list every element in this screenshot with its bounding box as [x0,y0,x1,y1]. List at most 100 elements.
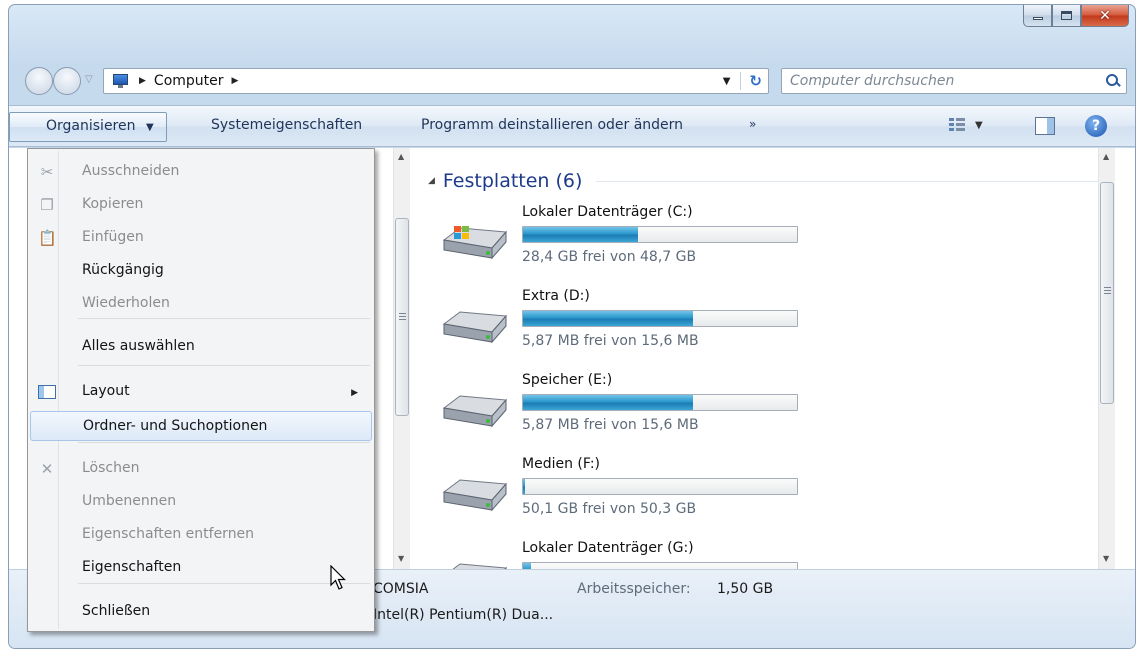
drive-name: Lokaler Datenträger (G:) [522,540,694,556]
explorer-window: ✕ ▽ ▶ Computer ▶ ▼ ↻ Computer durchsuche… [8,4,1136,649]
menu-item[interactable]: Schließen [30,597,372,627]
menu-separator [78,365,370,366]
computer-name: COMSIA [373,581,429,597]
menu-item-label: Rückgängig [82,262,164,278]
minimize-button[interactable] [1023,5,1052,27]
menu-item[interactable]: ✕ Löschen [30,454,372,484]
drive-usage-fill [523,311,693,326]
menu-item-label: Ausschneiden [82,163,180,179]
back-button[interactable] [25,67,53,95]
scroll-thumb[interactable] [395,218,409,416]
maximize-icon [1061,11,1072,20]
address-bar[interactable]: ▶ Computer ▶ ▼ ↻ [103,68,769,94]
organize-label: Organisieren [46,118,136,134]
hard-drive-icon [442,479,508,512]
breadcrumb-separator-icon[interactable]: ▶ [139,76,146,86]
menu-separator [78,442,370,443]
minimize-icon [1032,17,1043,20]
menu-item[interactable]: 📋 Einfügen [30,223,372,253]
system-properties-button[interactable]: Systemeigenschaften [211,117,362,133]
menu-item[interactable]: Alles auswählen [30,332,372,362]
drive-usage-bar [522,226,798,243]
maximize-button[interactable] [1052,5,1081,27]
collapse-triangle-icon[interactable]: ◢ [428,176,435,186]
command-bar: Organisieren ▼ Systemeigenschaften Progr… [9,105,1135,147]
organize-button[interactable]: Organisieren ▼ [9,112,167,142]
drive-name: Lokaler Datenträger (C:) [522,204,693,220]
group-header[interactable]: ◢ Festplatten (6) [428,170,1098,192]
navigation-scrollbar[interactable]: ▲ ▼ [393,148,410,569]
drive-item[interactable]: Speicher (E:) 5,87 MB frei von 15,6 MB [440,372,820,450]
recent-pages-dropdown-icon[interactable]: ▽ [85,74,93,85]
drive-usage-bar [522,310,798,327]
menu-item-label: Umbenennen [82,493,177,509]
breadcrumb-separator-icon[interactable]: ▶ [232,76,239,86]
view-dropdown-icon[interactable]: ▼ [975,120,983,131]
navigation-row: ▽ ▶ Computer ▶ ▼ ↻ Computer durchsuchen [9,65,1135,95]
search-box[interactable]: Computer durchsuchen [781,68,1127,94]
scroll-down-icon[interactable]: ▼ [398,554,404,563]
delete-icon: ✕ [40,460,54,478]
scroll-thumb[interactable] [1100,182,1114,404]
scissors-icon: ✂ [40,163,54,181]
processor-info: Intel(R) Pentium(R) Dua... [373,607,554,623]
drive-free-space: 28,4 GB frei von 48,7 GB [522,249,697,265]
help-icon[interactable]: ? [1085,115,1107,137]
uninstall-program-button[interactable]: Programm deinstallieren oder ändern [421,117,683,133]
menu-item-label: Kopieren [82,196,144,212]
drive-usage-bar [522,478,798,495]
organize-menu: ✂ Ausschneiden ❐ Kopieren 📋 Einfügen Rückgängi… [27,148,375,632]
menu-item[interactable]: Ordner- und Suchoptionen [30,411,372,441]
layout-icon [38,383,56,401]
drive-name: Speicher (E:) [522,372,613,388]
menu-item-label: Schließen [82,603,151,619]
scroll-up-icon[interactable]: ▲ [1103,152,1109,161]
menu-item-label: Alles auswählen [82,338,195,354]
menu-item[interactable]: ❐ Kopieren [30,190,372,220]
menu-item[interactable]: Eigenschaften [30,553,372,583]
menu-item-label: Löschen [82,460,140,476]
menu-item[interactable]: ✂ Ausschneiden [30,157,372,187]
ram-label: Arbeitsspeicher: [577,581,691,597]
change-view-icon[interactable] [949,118,965,132]
menu-separator [78,583,370,584]
close-button[interactable]: ✕ [1081,5,1129,27]
drive-item[interactable]: Extra (D:) 5,87 MB frei von 15,6 MB [440,288,820,366]
drive-name: Medien (F:) [522,456,601,472]
drive-usage-fill [523,395,693,410]
drive-item[interactable]: Medien (F:) 50,1 GB frei von 50,3 GB [440,456,820,534]
menu-separator [78,318,370,319]
search-icon[interactable] [1100,70,1126,92]
ram-value: 1,50 GB [717,581,774,597]
menu-item[interactable]: Layout ▶ [30,377,372,407]
hard-drive-icon [442,226,508,260]
forward-button[interactable] [53,67,81,95]
menu-item[interactable]: Umbenennen [30,487,372,517]
mouse-pointer-icon [330,565,346,590]
breadcrumb-computer[interactable]: Computer [154,73,224,89]
scroll-down-icon[interactable]: ▼ [1103,554,1109,563]
refresh-icon[interactable]: ↻ [740,72,762,90]
search-input[interactable]: Computer durchsuchen [790,73,1100,89]
drive-name: Extra (D:) [522,288,590,304]
close-icon: ✕ [1099,7,1111,24]
menu-item-label: Eigenschaften [82,559,182,575]
drive-item[interactable]: Lokaler Datenträger (C:) 28,4 GB frei von… [440,204,820,282]
file-list-scrollbar[interactable]: ▲ ▼ [1098,148,1115,569]
preview-pane-icon[interactable] [1035,117,1055,135]
copy-icon: ❐ [40,196,54,214]
scroll-up-icon[interactable]: ▲ [398,152,404,161]
drive-usage-fill [523,227,639,242]
file-list-pane: ◢ Festplatten (6) Lokaler Datenträger (C… [414,148,1117,596]
menu-item[interactable]: Rückgängig [30,256,372,286]
paste-icon: 📋 [38,229,57,247]
address-dropdown-icon[interactable]: ▼ [723,76,731,87]
menu-item[interactable]: Wiederholen [30,289,372,319]
more-commands-button[interactable]: » [749,117,756,131]
submenu-arrow-icon: ▶ [351,388,358,398]
drive-free-space: 5,87 MB frei von 15,6 MB [522,417,699,433]
chevron-down-icon: ▼ [145,122,154,133]
group-divider [596,180,1098,182]
drive-free-space: 50,1 GB frei von 50,3 GB [522,501,697,517]
menu-item[interactable]: Eigenschaften entfernen [30,520,372,550]
